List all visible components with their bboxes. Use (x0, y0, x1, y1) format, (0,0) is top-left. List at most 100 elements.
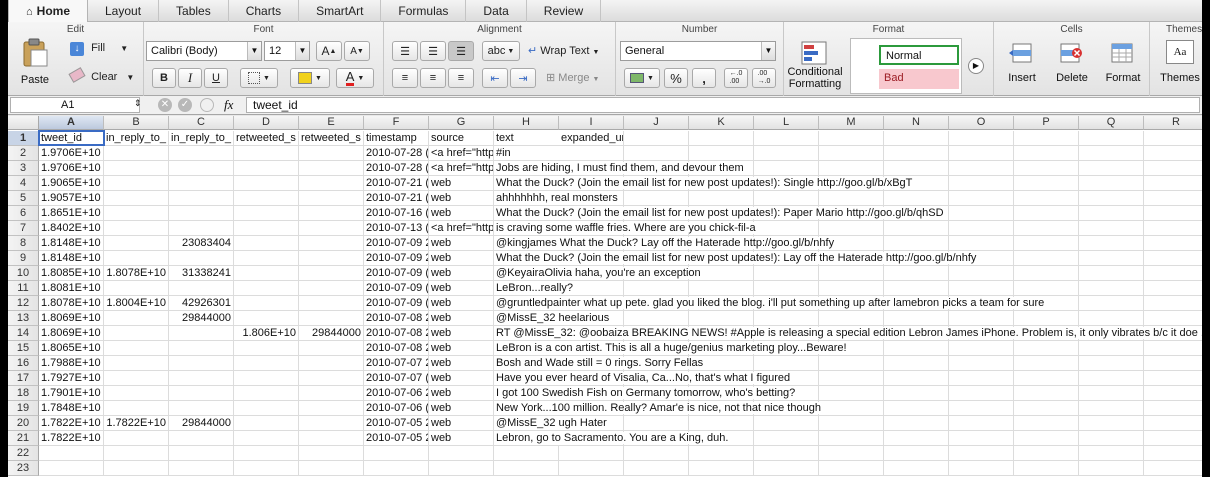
select-all-corner[interactable] (8, 116, 39, 130)
row-header[interactable]: 5 (8, 191, 39, 206)
cell-e9[interactable] (299, 251, 364, 265)
cell-g6[interactable]: web (429, 206, 494, 220)
cell-a8[interactable]: 1.8148E+10 (39, 236, 104, 250)
cell-e2[interactable] (299, 146, 364, 160)
row-header[interactable]: 9 (8, 251, 39, 266)
styles-scroll-button[interactable]: ▶ (968, 58, 984, 74)
font-size-select[interactable]: 12 ▼ (264, 41, 310, 61)
decrease-indent-button[interactable]: ⇤ (482, 68, 508, 88)
cell-d13[interactable] (234, 311, 299, 325)
tab-review[interactable]: Review (527, 0, 602, 22)
cell-f15[interactable]: 2010-07-08 2 (364, 341, 429, 355)
cell-c7[interactable] (169, 221, 234, 235)
cell-c15[interactable] (169, 341, 234, 355)
cell-a16[interactable]: 1.7988E+10 (39, 356, 104, 370)
cell-e18[interactable] (299, 386, 364, 400)
cell-g12[interactable]: web (429, 296, 494, 310)
row-header[interactable]: 4 (8, 176, 39, 191)
cell-g14[interactable]: web (429, 326, 494, 340)
formula-input[interactable]: tweet_id (246, 97, 1200, 113)
cell-a10[interactable]: 1.8085E+10 (39, 266, 104, 280)
cell-f14[interactable]: 2010-07-08 2 (364, 326, 429, 340)
cell-h5[interactable]: ahhhhhhh, real monsters (494, 191, 1194, 205)
clear-button[interactable]: Clear ▼ (68, 67, 134, 83)
cell-h23[interactable] (494, 461, 559, 475)
cell-a9[interactable]: 1.8148E+10 (39, 251, 104, 265)
cell-f8[interactable]: 2010-07-09 2 (364, 236, 429, 250)
bold-button[interactable]: B (152, 68, 176, 88)
italic-button[interactable]: I (178, 68, 202, 88)
cell-c3[interactable] (169, 161, 234, 175)
cell-g20[interactable]: web (429, 416, 494, 430)
cell-f12[interactable]: 2010-07-09 ( (364, 296, 429, 310)
cell-c23[interactable] (169, 461, 234, 475)
cell-b5[interactable] (104, 191, 169, 205)
align-middle-button[interactable]: ☰ (420, 41, 446, 61)
accounting-format-button[interactable]: ▼ (624, 68, 660, 88)
cell-l23[interactable] (754, 461, 819, 475)
cell-c13[interactable]: 29844000 (169, 311, 234, 325)
tab-data[interactable]: Data (466, 0, 527, 22)
cancel-icon[interactable]: ✕ (158, 98, 172, 112)
shrink-font-button[interactable]: A ▼ (344, 41, 370, 61)
cell-a17[interactable]: 1.7927E+10 (39, 371, 104, 385)
cell-c19[interactable] (169, 401, 234, 415)
cell-e17[interactable] (299, 371, 364, 385)
cell-b4[interactable] (104, 176, 169, 190)
cell-f7[interactable]: 2010-07-13 ( (364, 221, 429, 235)
cell-e4[interactable] (299, 176, 364, 190)
cell-d9[interactable] (234, 251, 299, 265)
cell-d3[interactable] (234, 161, 299, 175)
cell-e10[interactable] (299, 266, 364, 280)
cell-g3[interactable]: <a href="http (429, 161, 494, 175)
cell-q22[interactable] (1079, 446, 1144, 460)
column-header-q[interactable]: Q (1079, 116, 1144, 130)
font-name-select[interactable]: Calibri (Body) ▼ (146, 41, 262, 61)
cell-c10[interactable]: 31338241 (169, 266, 234, 280)
cell-d10[interactable] (234, 266, 299, 280)
decrease-decimal-button[interactable]: .00 →.0 (752, 68, 776, 88)
cell-d8[interactable] (234, 236, 299, 250)
cell-d15[interactable] (234, 341, 299, 355)
confirm-icon[interactable]: ✓ (178, 98, 192, 112)
tab-tables[interactable]: Tables (159, 0, 229, 22)
cell-e23[interactable] (299, 461, 364, 475)
tab-smartart[interactable]: SmartArt (299, 0, 382, 22)
cell-b9[interactable] (104, 251, 169, 265)
cell-g2[interactable]: <a href="http (429, 146, 494, 160)
font-color-button[interactable]: A ▼ (336, 68, 374, 88)
merge-button[interactable]: ⊞ Merge ▼ (546, 71, 599, 84)
cell-a19[interactable]: 1.7848E+10 (39, 401, 104, 415)
tab-home[interactable]: ⌂ Home (8, 0, 88, 23)
cell-g23[interactable] (429, 461, 494, 475)
cell-g10[interactable]: web (429, 266, 494, 280)
cell-a3[interactable]: 1.9706E+10 (39, 161, 104, 175)
cell-b6[interactable] (104, 206, 169, 220)
column-header-j[interactable]: J (624, 116, 689, 130)
column-header-k[interactable]: K (689, 116, 754, 130)
cell-g7[interactable]: <a href="http (429, 221, 494, 235)
cell-d5[interactable] (234, 191, 299, 205)
cell-b10[interactable]: 1.8078E+10 (104, 266, 169, 280)
comma-button[interactable]: , (692, 68, 716, 88)
cell-b1[interactable]: in_reply_to_ (104, 131, 169, 145)
cell-c5[interactable] (169, 191, 234, 205)
cell-a21[interactable]: 1.7822E+10 (39, 431, 104, 445)
column-header-e[interactable]: E (299, 116, 364, 130)
column-header-b[interactable]: B (104, 116, 169, 130)
column-header-o[interactable]: O (949, 116, 1014, 130)
cell-j23[interactable] (624, 461, 689, 475)
row-header[interactable]: 23 (8, 461, 39, 476)
cell-d6[interactable] (234, 206, 299, 220)
cell-f11[interactable]: 2010-07-09 ( (364, 281, 429, 295)
cell-d16[interactable] (234, 356, 299, 370)
cell-h19[interactable]: New York...100 million. Really? Amar'e i… (494, 401, 1194, 415)
cell-a4[interactable]: 1.9065E+10 (39, 176, 104, 190)
row-header[interactable]: 2 (8, 146, 39, 161)
cell-g1[interactable]: source (429, 131, 494, 145)
cell-f1[interactable]: timestamp (364, 131, 429, 145)
cell-e12[interactable] (299, 296, 364, 310)
cell-b21[interactable] (104, 431, 169, 445)
cell-d11[interactable] (234, 281, 299, 295)
cell-c17[interactable] (169, 371, 234, 385)
